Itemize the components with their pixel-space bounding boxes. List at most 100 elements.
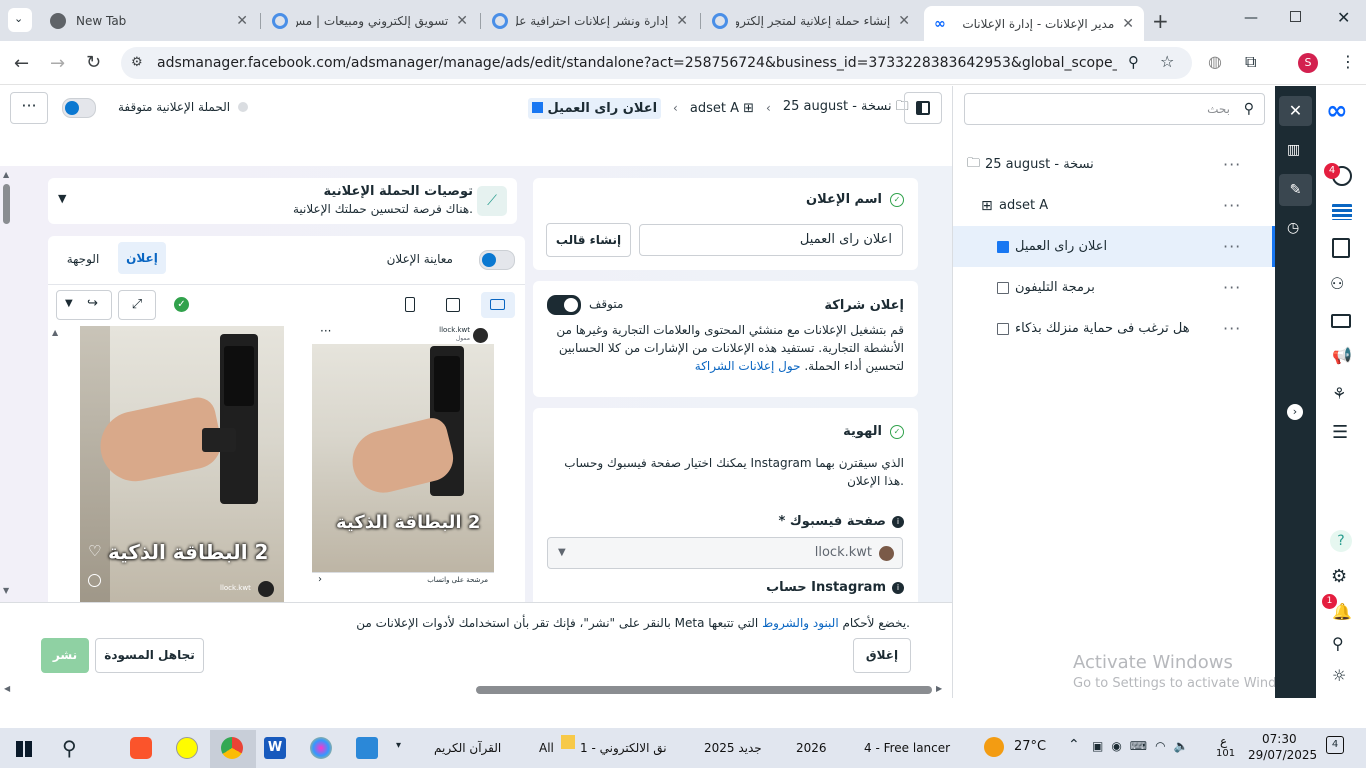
partnership-toggle[interactable] [547,295,581,315]
windows-start-icon[interactable] [16,741,32,757]
preview-feed[interactable]: llock.kwt ممول ··· 2 البطاقة الذكية مرشح… [312,326,494,602]
megaphone-icon[interactable]: 📢 [1332,346,1352,365]
billing-icon[interactable] [1331,314,1351,328]
scroll-thumb[interactable] [476,686,932,694]
campaign-toggle[interactable] [62,98,96,118]
heart-icon[interactable]: ♡ [88,542,101,560]
vertical-scrollbar[interactable] [3,184,10,224]
facebook-page-select[interactable]: llock.kwt ▼ [547,537,903,569]
translate-icon[interactable]: ◍ [1208,52,1222,71]
menu-lines-icon[interactable]: ☰ [1332,422,1348,443]
search-icon[interactable]: ⚲ [1332,634,1344,653]
search-icon[interactable]: ⚲ [62,736,77,760]
breadcrumb-campaign[interactable]: 25 august - نسخة 🗀 [783,97,909,119]
business-icon[interactable]: ⚘ [1332,384,1346,403]
horizontal-scrollbar[interactable]: ◀ ▶ [0,682,952,698]
audiences-icon[interactable]: ⚇ [1330,274,1344,293]
tab-new-tab[interactable]: New Tab ✕ [40,6,258,35]
share-menu-button[interactable]: ▼ ↪ [56,290,112,320]
bug-icon[interactable]: ☼ [1332,666,1346,685]
pages-icon[interactable] [1332,238,1350,258]
settings-icon[interactable]: ⚙ [1331,566,1347,587]
caret-down-icon[interactable]: ▼ [58,192,66,205]
tab-destination[interactable]: الوجهة [58,244,108,274]
weather-temp[interactable]: 27°C [1014,739,1046,754]
info-icon[interactable]: i [892,581,904,594]
chart-icon[interactable]: ▥ [1287,142,1300,158]
close-button[interactable]: إغلاق [853,638,911,673]
taskbar-item[interactable]: القرآن الكريم [434,741,501,755]
reload-button[interactable]: ↻ [86,52,101,73]
extensions-icon[interactable]: ⧉ [1245,52,1256,72]
recommendations-card[interactable]: ⟋ توصيات الحملة الإعلانية هناك فرصة لتحس… [48,178,517,224]
brave-app-icon[interactable] [130,737,152,759]
close-window-button[interactable]: ✕ [1337,8,1350,27]
more-icon[interactable]: ··· [1223,237,1241,256]
site-info-icon[interactable]: ⚙ [131,55,143,70]
tree-item-ad[interactable]: ··· هل ترغب فى حماية منزلك بذكاء [953,308,1275,349]
ad-name-input[interactable]: اعلان راى العميل [639,224,903,256]
more-icon[interactable]: ··· [1223,319,1241,338]
more-icon[interactable]: ··· [1223,278,1241,297]
chevron-down-icon[interactable]: ▾ [396,740,401,751]
close-editor-button[interactable]: ✕ [1279,96,1312,126]
url-text[interactable]: adsmanager.facebook.com/adsmanager/manag… [157,47,1117,79]
meta-logo-icon[interactable]: ∞ [1326,96,1348,126]
close-icon[interactable]: ✕ [1122,16,1134,32]
more-options-button[interactable]: ··· [10,92,48,124]
paint-app-icon[interactable] [310,737,332,759]
whatsapp-cta[interactable]: مرشحة على واتساب [427,576,488,584]
history-icon[interactable]: ◷ [1287,220,1299,236]
preview-toggle[interactable] [479,250,515,270]
more-icon[interactable]: ··· [1223,196,1241,215]
close-icon[interactable]: ✕ [456,13,468,29]
bookmark-star-icon[interactable]: ☆ [1160,52,1174,71]
clock-date[interactable]: 29/07/2025 [1248,748,1317,762]
snapchat-app-icon[interactable] [176,737,198,759]
terms-link[interactable]: البنود والشروط [762,616,839,630]
create-template-button[interactable]: إنشاء قالب [546,223,631,257]
weather-icon[interactable] [984,737,1004,757]
new-tab-button[interactable]: + [1152,9,1169,33]
more-icon[interactable]: ··· [1223,155,1241,174]
tab-ad[interactable]: إعلان [118,242,166,274]
photos-app-icon[interactable] [356,737,378,759]
taskbar-item[interactable]: 2026 [796,741,827,755]
publish-button[interactable]: نشر [41,638,89,673]
back-button[interactable]: ← [14,53,29,74]
tree-search-input[interactable]: ⚲ بحث [964,93,1265,125]
discard-draft-button[interactable]: تجاهل المسودة [95,638,204,673]
close-icon[interactable]: ✕ [236,13,248,29]
multi-view-button[interactable] [481,292,515,318]
partnership-link[interactable]: حول إعلانات الشراكة [695,359,801,373]
tree-item-ad[interactable]: ··· برمجة التليفون [953,267,1275,308]
expand-icon[interactable]: › [1287,404,1303,420]
tab-search-button[interactable]: ⌄ [8,8,32,32]
tree-item-campaign[interactable]: ··· 🗀 25 august - نسخة [953,144,1275,185]
breadcrumb-ad[interactable]: اعلان راى العميل [528,97,662,119]
table-icon[interactable] [1332,204,1352,220]
word-app-icon[interactable]: W [264,737,286,759]
square-view-icon[interactable] [446,298,460,312]
feed-more-icon[interactable]: ··· [320,326,331,338]
tree-item-ad-selected[interactable]: ··· اعلان راى العميل [953,226,1275,267]
close-icon[interactable]: ✕ [898,13,910,29]
chrome-app-icon[interactable] [210,730,256,768]
chevron-right-icon[interactable]: › [318,574,322,585]
tab-ads-management[interactable]: إدارة ونشر إعلانات احترافية عل ✕ [482,6,698,35]
tree-item-adset[interactable]: ··· ⊞ adset A [953,185,1275,226]
chevron-up-icon[interactable]: ⌃ [1068,737,1080,753]
mobile-view-icon[interactable] [405,297,415,312]
breadcrumb-adset[interactable]: adset A ⊞ [690,101,754,116]
close-icon[interactable]: ✕ [676,13,688,29]
toggle-panel-button[interactable] [904,92,942,124]
language-indicator[interactable]: ع [1220,734,1227,748]
clock-time[interactable]: 07:30 [1262,732,1297,746]
tab-marketing[interactable]: تسويق إلكتروني ومبيعات | مس ✕ [262,6,478,35]
menu-icon[interactable]: ⋮ [1340,52,1356,71]
taskbar-item[interactable]: All [539,741,554,755]
forward-button[interactable]: → [50,53,65,74]
profile-avatar[interactable]: S [1298,53,1318,73]
tab-ads-manager[interactable]: ∞ مدير الإعلانات - إدارة الإعلانات ✕ [924,6,1144,41]
edit-button[interactable]: ✎ [1279,174,1312,206]
